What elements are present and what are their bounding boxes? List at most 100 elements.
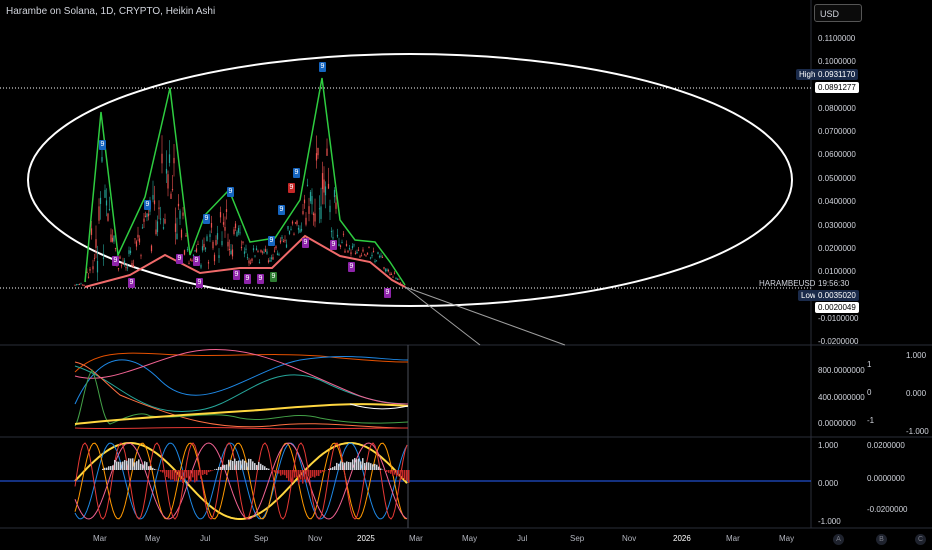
candle-body xyxy=(78,283,81,285)
candle-body xyxy=(387,269,390,272)
candle-body xyxy=(176,233,178,240)
candle-body xyxy=(386,269,388,272)
candle-body xyxy=(87,276,90,278)
histogram-bar xyxy=(288,470,290,481)
candle-body xyxy=(237,228,240,233)
candle-body xyxy=(213,254,216,262)
histogram-bar xyxy=(242,459,244,470)
candle-body xyxy=(167,174,169,189)
histogram-bar xyxy=(380,468,382,470)
candle-body xyxy=(314,213,316,222)
histogram-bar xyxy=(148,466,150,470)
candle-body xyxy=(99,197,102,204)
candle-body xyxy=(269,260,271,262)
candle-body xyxy=(264,249,267,252)
pane2-tick: 0.0000000 xyxy=(867,474,905,483)
scale-button-b[interactable]: B xyxy=(876,534,887,545)
candle-body xyxy=(317,148,319,156)
td-sequential-nine-marker: 9 xyxy=(288,183,295,193)
histogram-bar xyxy=(114,459,116,470)
candle-body xyxy=(234,223,237,228)
histogram-bar xyxy=(262,465,264,470)
histogram-bar xyxy=(186,470,188,478)
candle-body xyxy=(77,284,79,286)
histogram-bar xyxy=(322,470,324,472)
candle-body xyxy=(228,248,231,250)
candle-body xyxy=(272,257,274,260)
candle-body xyxy=(311,196,313,205)
td-sequential-nine-marker: 9 xyxy=(319,62,326,72)
scale-button-c[interactable]: C xyxy=(915,534,926,545)
histogram-bar xyxy=(252,461,254,470)
histogram-bar xyxy=(368,462,370,470)
candle-body xyxy=(168,154,171,163)
td-sequential-nine-marker: 9 xyxy=(176,254,183,264)
candle-body xyxy=(188,262,190,264)
candle-body xyxy=(171,188,174,191)
candle-body xyxy=(248,260,250,264)
candle-body xyxy=(117,268,120,270)
time-label: Sep xyxy=(570,534,585,543)
candle-body xyxy=(390,273,393,275)
histogram-bar xyxy=(294,470,296,478)
histogram-bar xyxy=(128,458,130,470)
histogram-bar xyxy=(200,470,202,479)
histogram-bar xyxy=(328,468,330,470)
candle-body xyxy=(278,254,280,256)
histogram-bar xyxy=(184,470,186,479)
histogram-bar xyxy=(292,470,294,483)
pane1-tick: 0.0000000 xyxy=(818,419,856,428)
histogram-bar xyxy=(340,461,342,470)
candle-body xyxy=(362,249,364,252)
histogram-bar xyxy=(374,463,376,470)
histogram-bar xyxy=(388,470,390,473)
time-label: 2025 xyxy=(357,534,375,543)
chart-canvas[interactable] xyxy=(0,0,932,550)
td-sequential-nine-marker: 9 xyxy=(244,274,251,284)
candle-body xyxy=(146,213,148,217)
candle-body xyxy=(162,227,165,229)
candle-body xyxy=(288,230,291,235)
candle-body xyxy=(105,200,108,206)
histogram-bar xyxy=(110,466,112,470)
candle-body xyxy=(320,206,322,219)
candle-body xyxy=(249,262,252,264)
price-tick: 0.1100000 xyxy=(818,34,856,43)
histogram-bar xyxy=(208,470,210,473)
candle-body xyxy=(305,217,307,225)
scale-button-a[interactable]: A xyxy=(833,534,844,545)
candle-body xyxy=(209,234,211,237)
candle-body xyxy=(93,257,96,259)
candle-body xyxy=(345,243,348,247)
histogram-bar xyxy=(356,459,358,470)
histogram-bar xyxy=(336,462,338,470)
histogram-bar xyxy=(324,470,326,471)
candle-body xyxy=(348,248,351,250)
histogram-bar xyxy=(152,467,154,470)
pane1-tick: 0.000 xyxy=(906,389,927,398)
symbol-label: HARAMBEUSD xyxy=(759,279,816,288)
histogram-bar xyxy=(306,470,308,483)
histogram-bar xyxy=(234,458,236,470)
histogram-bar xyxy=(146,462,148,470)
candle-body xyxy=(210,222,213,228)
td-sequential-nine-marker: 9 xyxy=(278,205,285,215)
td-sequential-nine-marker: 9 xyxy=(302,238,309,248)
pane2-tick: 1.000 xyxy=(818,441,839,450)
candle-body xyxy=(141,227,144,229)
histogram-bar xyxy=(406,470,408,481)
histogram-bar xyxy=(106,467,108,470)
histogram-bar xyxy=(122,461,124,470)
candle-body xyxy=(194,250,196,252)
histogram-bar xyxy=(300,470,302,480)
candle-body xyxy=(104,189,106,198)
candle-body xyxy=(197,243,199,245)
candle-body xyxy=(326,148,328,156)
td-sequential-nine-marker: 9 xyxy=(384,288,391,298)
candle-body xyxy=(230,250,232,255)
candle-body xyxy=(203,243,205,248)
histogram-bar xyxy=(216,468,218,470)
histogram-bar xyxy=(264,466,266,470)
candle-body xyxy=(363,254,366,256)
histogram-bar xyxy=(278,470,280,474)
